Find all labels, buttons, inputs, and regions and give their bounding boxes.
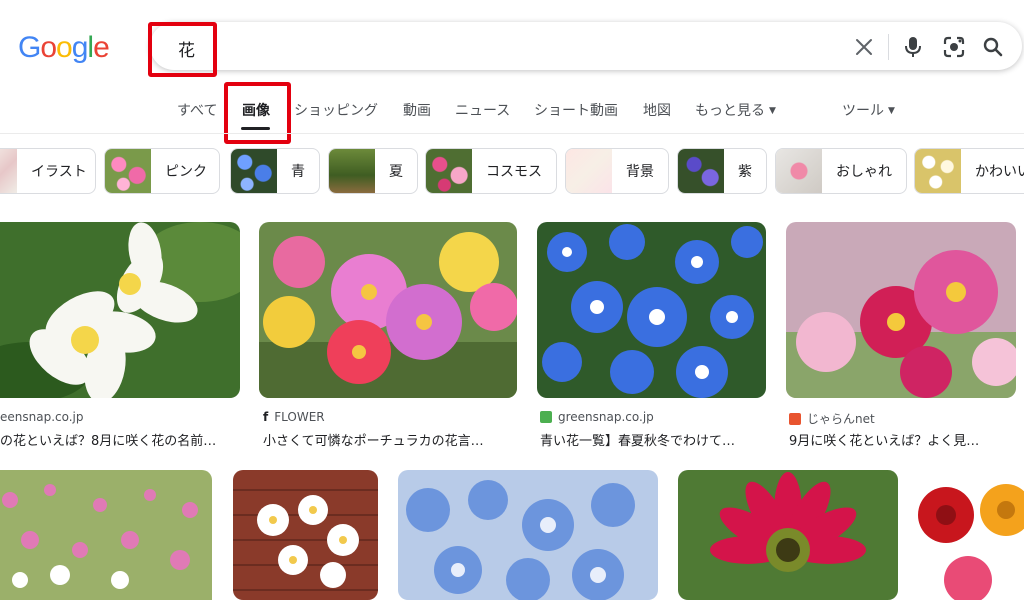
result-source[interactable]: greensnap.co.jp: [540, 410, 654, 424]
chip-thumbnail: [105, 149, 151, 193]
chip-thumbnail: [915, 149, 961, 193]
chip-purple[interactable]: 紫: [677, 148, 767, 194]
chip-cute[interactable]: かわいい: [914, 148, 1024, 194]
chip-label: イラスト: [31, 164, 87, 180]
result-image-blue-flowers[interactable]: [398, 470, 658, 600]
chip-label: おしゃれ: [836, 164, 892, 180]
favicon-icon: [540, 411, 552, 423]
tab-all[interactable]: すべて: [177, 100, 217, 120]
chip-thumbnail: [0, 149, 17, 193]
result-title[interactable]: の花といえば？8月に咲く花の名前…: [0, 430, 216, 449]
caret-down-icon: ▼: [769, 106, 776, 116]
tab-more-label: もっと見る: [695, 103, 765, 119]
chip-thumbnail: [776, 149, 822, 193]
logo-letter: o: [56, 31, 73, 64]
search-divider: [888, 34, 889, 60]
result-title[interactable]: 9月に咲く花といえば？よく見…: [789, 430, 979, 449]
logo-letter: o: [40, 31, 57, 64]
result-source-text: eensnap.co.jp: [0, 410, 84, 424]
camera-lens-icon[interactable]: [940, 33, 968, 61]
tab-videos[interactable]: 動画: [403, 100, 431, 120]
chip-label: コスモス: [486, 164, 542, 180]
result-image-nemophila[interactable]: [537, 222, 766, 398]
tab-maps[interactable]: 地図: [643, 100, 671, 120]
google-logo[interactable]: Google: [18, 30, 110, 66]
chip-label: 夏: [389, 164, 403, 180]
tab-shopping[interactable]: ショッピング: [294, 100, 378, 120]
result-source-text: FLOWER: [274, 410, 325, 424]
chip-illust[interactable]: イラスト: [0, 148, 96, 194]
chip-thumbnail: [426, 149, 472, 193]
result-source-text: greensnap.co.jp: [558, 410, 654, 424]
tab-more[interactable]: もっと見る ▼: [695, 100, 776, 120]
images-tab-highlight: [224, 82, 291, 144]
chip-summer[interactable]: 夏: [328, 148, 418, 194]
tab-short-videos[interactable]: ショート動画: [534, 100, 618, 120]
tab-news[interactable]: ニュース: [455, 100, 510, 120]
result-title[interactable]: 小さくて可憐なポーチュラカの花言…: [263, 430, 484, 449]
header-divider: [0, 133, 1024, 134]
search-input-highlight: [148, 22, 217, 77]
chip-label: 青: [291, 164, 305, 180]
search-tabs: すべて 画像 ショッピング 動画 ニュース ショート動画 地図 もっと見る ▼ ツ…: [0, 100, 1024, 124]
chip-label: 紫: [738, 164, 752, 180]
chip-pink[interactable]: ピンク: [104, 148, 220, 194]
result-image-cosmos[interactable]: [786, 222, 1016, 398]
search-box[interactable]: [150, 22, 1022, 70]
logo-letter: g: [71, 31, 89, 64]
chip-label: 背景: [626, 164, 654, 180]
result-source-text: じゃらんnet: [807, 412, 875, 426]
result-image-gerbera[interactable]: [678, 470, 898, 600]
chip-cosmos[interactable]: コスモス: [425, 148, 557, 194]
chip-background[interactable]: 背景: [565, 148, 669, 194]
microphone-icon[interactable]: [899, 33, 927, 61]
chip-stylish[interactable]: おしゃれ: [775, 148, 907, 194]
chip-label: ピンク: [165, 164, 207, 180]
chip-blue[interactable]: 青: [230, 148, 320, 194]
result-source[interactable]: eensnap.co.jp: [0, 410, 84, 424]
logo-letter: e: [93, 31, 110, 64]
chip-label: かわいい: [975, 164, 1024, 180]
favicon-icon: [789, 412, 801, 425]
chip-thumbnail: [329, 149, 375, 193]
tab-tools-label: ツール: [842, 103, 884, 119]
logo-letter: G: [18, 31, 41, 64]
favicon-icon: f: [263, 410, 269, 424]
result-source[interactable]: じゃらんnet: [789, 410, 875, 427]
result-image-portulaca[interactable]: [259, 222, 517, 398]
chip-thumbnail: [678, 149, 724, 193]
chip-thumbnail: [231, 149, 277, 193]
result-image-flower-field[interactable]: [0, 470, 212, 600]
chip-thumbnail: [566, 149, 612, 193]
result-image-white-cosmos[interactable]: [233, 470, 378, 600]
result-title[interactable]: 青い花一覧】春夏秋冬でわけて…: [540, 430, 735, 449]
close-icon[interactable]: [850, 33, 878, 61]
caret-down-icon: ▼: [888, 106, 895, 116]
tab-tools[interactable]: ツール ▼: [842, 100, 895, 120]
result-source[interactable]: f FLOWER: [263, 410, 325, 424]
result-image-roses[interactable]: [918, 470, 1024, 600]
result-image-plumeria[interactable]: [0, 222, 240, 398]
search-icon[interactable]: [979, 33, 1007, 61]
